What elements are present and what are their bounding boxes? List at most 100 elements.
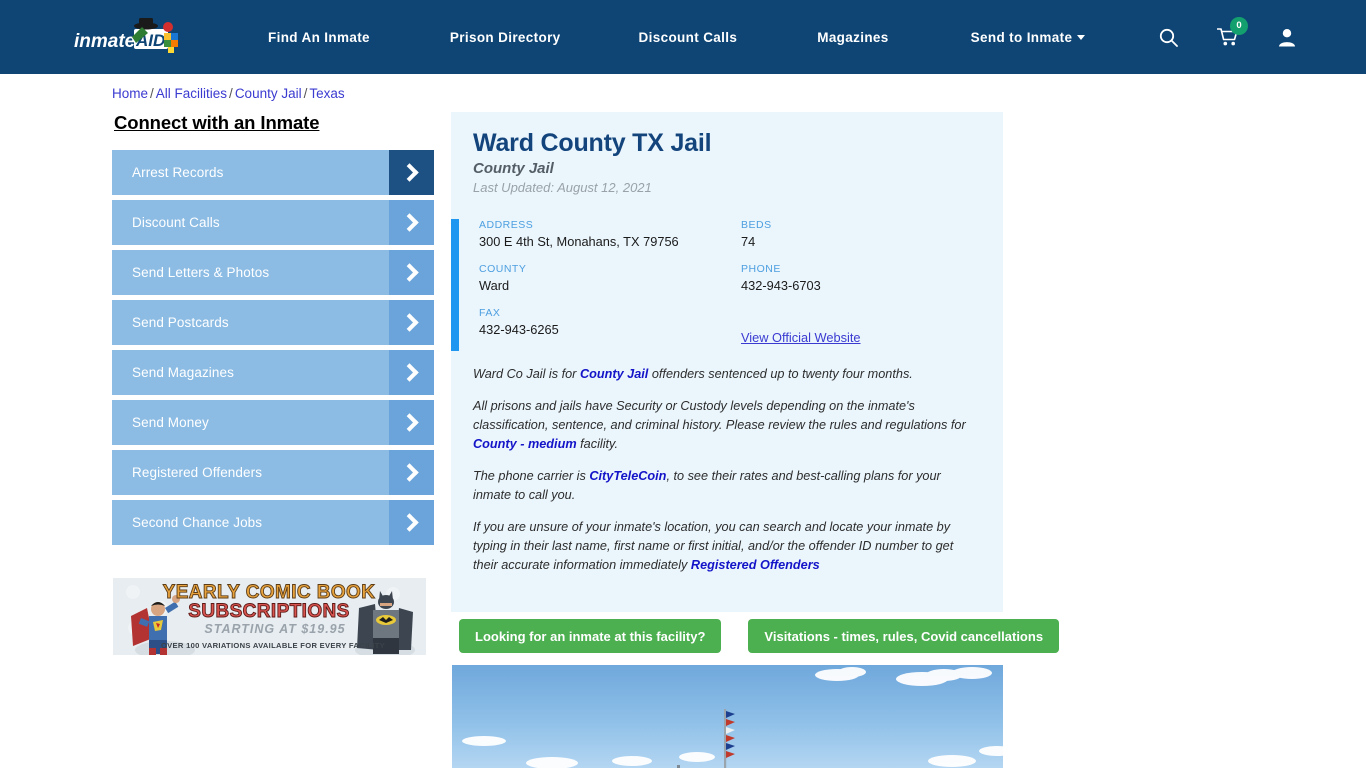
sidebar-item-label: Send Postcards bbox=[132, 315, 229, 330]
comic-book-subscription-ad[interactable]: YEARLY COMIC BOOK SUBSCRIPTIONS STARTING… bbox=[113, 578, 426, 655]
details-column-left: ADDRESS 300 E 4th St, Monahans, TX 79756… bbox=[479, 219, 741, 361]
desc-p3-link-citytelecoin[interactable]: CityTeleCoin bbox=[589, 469, 666, 483]
chevron-right-icon bbox=[389, 300, 434, 345]
sidebar: Connect with an Inmate Arrest Records Di… bbox=[112, 112, 434, 550]
desc-p1-text-a: Ward Co Jail is for bbox=[473, 367, 580, 381]
field-phone-value: 432-943-6703 bbox=[741, 278, 821, 293]
sidebar-item-second-chance-jobs[interactable]: Second Chance Jobs bbox=[112, 500, 434, 545]
chevron-right-icon bbox=[389, 150, 434, 195]
field-fax-label: FAX bbox=[479, 307, 501, 319]
field-county-value: Ward bbox=[479, 278, 510, 293]
chevron-right-icon bbox=[389, 400, 434, 445]
cta-button-row: Looking for an inmate at this facility? … bbox=[459, 619, 1060, 653]
visitation-info-button[interactable]: Visitations - times, rules, Covid cancel… bbox=[748, 619, 1060, 653]
nav-prison-directory[interactable]: Prison Directory bbox=[450, 30, 561, 45]
field-phone: PHONE 432-943-6703 bbox=[741, 263, 1003, 293]
nav-send-to-inmate[interactable]: Send to Inmate bbox=[971, 30, 1086, 45]
sidebar-item-label: Second Chance Jobs bbox=[132, 515, 263, 530]
breadcrumb-item-county-jail[interactable]: County Jail bbox=[235, 86, 302, 101]
field-address-value: 300 E 4th St, Monahans, TX 79756 bbox=[479, 234, 679, 249]
accent-bar bbox=[451, 219, 459, 351]
site-header: inmate AID Find An Inmate Prison Directo… bbox=[0, 0, 1366, 74]
sidebar-item-discount-calls[interactable]: Discount Calls bbox=[112, 200, 434, 245]
sidebar-item-label: Arrest Records bbox=[132, 165, 224, 180]
field-address: ADDRESS 300 E 4th St, Monahans, TX 79756 bbox=[479, 219, 741, 249]
breadcrumb-separator: / bbox=[229, 86, 233, 101]
nav-discount-calls[interactable]: Discount Calls bbox=[639, 30, 738, 45]
desc-p2-link-county-medium[interactable]: County - medium bbox=[473, 437, 577, 451]
facility-photo bbox=[452, 665, 1003, 768]
facility-photo-image bbox=[452, 665, 1003, 768]
ad-artwork: YEARLY COMIC BOOK SUBSCRIPTIONS STARTING… bbox=[113, 578, 426, 655]
cart-count-badge: 0 bbox=[1230, 17, 1248, 35]
breadcrumb-item-texas[interactable]: Texas bbox=[309, 86, 344, 101]
nav-find-an-inmate[interactable]: Find An Inmate bbox=[268, 30, 370, 45]
svg-text:SUBSCRIPTIONS: SUBSCRIPTIONS bbox=[188, 601, 349, 622]
official-website-link[interactable]: View Official Website bbox=[741, 330, 861, 345]
header-icon-group: 0 bbox=[1159, 0, 1296, 74]
breadcrumb-separator: / bbox=[303, 86, 308, 101]
last-updated: Last Updated: August 12, 2021 bbox=[473, 180, 652, 195]
svg-text:YEARLY COMIC BOOK: YEARLY COMIC BOOK bbox=[163, 582, 376, 603]
field-official-website: View Official Website bbox=[741, 307, 1003, 347]
sidebar-item-send-magazines[interactable]: Send Magazines bbox=[112, 350, 434, 395]
description-paragraph-4: If you are unsure of your inmate's locat… bbox=[473, 518, 975, 575]
field-address-label: ADDRESS bbox=[479, 219, 534, 231]
sidebar-item-send-postcards[interactable]: Send Postcards bbox=[112, 300, 434, 345]
svg-text:OVER 100 VARIATIONS AVAILABLE: OVER 100 VARIATIONS AVAILABLE FOR EVERY … bbox=[161, 641, 385, 650]
sidebar-heading: Connect with an Inmate bbox=[114, 112, 320, 133]
desc-p1-text-b: offenders sentenced up to twenty four mo… bbox=[648, 367, 913, 381]
shopping-cart-icon[interactable]: 0 bbox=[1217, 17, 1248, 47]
chevron-right-icon bbox=[389, 500, 434, 545]
details-column-right: BEDS 74 PHONE 432-943-6703 View Official… bbox=[741, 219, 1003, 361]
site-logo[interactable]: inmate AID bbox=[72, 14, 196, 60]
description-paragraph-1: Ward Co Jail is for County Jail offender… bbox=[473, 365, 975, 384]
field-beds-value: 74 bbox=[741, 234, 756, 249]
sidebar-item-arrest-records[interactable]: Arrest Records bbox=[112, 150, 434, 195]
svg-text:inmate: inmate bbox=[74, 31, 136, 52]
field-county-label: COUNTY bbox=[479, 263, 527, 275]
sidebar-item-send-letters-photos[interactable]: Send Letters & Photos bbox=[112, 250, 434, 295]
desc-p2-text-a: All prisons and jails have Security or C… bbox=[473, 399, 966, 432]
description-paragraph-3: The phone carrier is CityTeleCoin, to se… bbox=[473, 467, 975, 505]
field-fax-value: 432-943-6265 bbox=[479, 322, 559, 337]
sidebar-item-label: Send Money bbox=[132, 415, 209, 430]
desc-p1-link-county-jail[interactable]: County Jail bbox=[580, 367, 648, 381]
facility-type: County Jail bbox=[473, 160, 554, 177]
nav-send-to-inmate-label: Send to Inmate bbox=[970, 29, 1073, 45]
field-phone-label: PHONE bbox=[741, 263, 781, 275]
chevron-right-icon bbox=[389, 250, 434, 295]
breadcrumb-item-home[interactable]: Home bbox=[112, 86, 148, 101]
chevron-down-icon bbox=[1077, 34, 1086, 40]
sidebar-item-label: Discount Calls bbox=[132, 215, 220, 230]
field-fax: FAX 432-943-6265 bbox=[479, 307, 741, 337]
breadcrumb-item-all-facilities[interactable]: All Facilities bbox=[156, 86, 227, 101]
facility-info-card: Ward County TX Jail County Jail Last Upd… bbox=[451, 112, 1003, 612]
sidebar-item-label: Registered Offenders bbox=[132, 465, 263, 480]
desc-p3-text-a: The phone carrier is bbox=[473, 469, 590, 483]
facility-description: Ward Co Jail is for County Jail offender… bbox=[451, 361, 1003, 575]
svg-text:STARTING AT $19.95: STARTING AT $19.95 bbox=[204, 622, 345, 636]
field-beds: BEDS 74 bbox=[741, 219, 1003, 249]
sidebar-item-send-money[interactable]: Send Money bbox=[112, 400, 434, 445]
sidebar-item-label: Send Letters & Photos bbox=[132, 265, 270, 280]
desc-p2-text-b: facility. bbox=[576, 437, 618, 451]
main-navigation: Find An Inmate Prison Directory Discount… bbox=[268, 0, 1086, 74]
nav-magazines[interactable]: Magazines bbox=[817, 30, 888, 45]
facility-details-block: ADDRESS 300 E 4th St, Monahans, TX 79756… bbox=[451, 219, 1003, 361]
breadcrumb: Home / All Facilities / County Jail / Texas bbox=[112, 86, 345, 101]
inmate-search-button[interactable]: Looking for an inmate at this facility? bbox=[459, 619, 722, 653]
page-title: Ward County TX Jail bbox=[473, 129, 712, 157]
description-paragraph-2: All prisons and jails have Security or C… bbox=[473, 397, 975, 454]
field-beds-label: BEDS bbox=[741, 219, 772, 231]
chevron-right-icon bbox=[389, 350, 434, 395]
search-icon[interactable] bbox=[1159, 28, 1178, 47]
inmateaid-logo-icon: inmate AID bbox=[74, 18, 178, 53]
sidebar-item-registered-offenders[interactable]: Registered Offenders bbox=[112, 450, 434, 495]
field-county: COUNTY Ward bbox=[479, 263, 741, 293]
chevron-right-icon bbox=[389, 200, 434, 245]
breadcrumb-separator: / bbox=[150, 86, 154, 101]
desc-p4-link-registered-offenders[interactable]: Registered Offenders bbox=[691, 558, 820, 572]
user-account-icon[interactable] bbox=[1278, 28, 1296, 47]
